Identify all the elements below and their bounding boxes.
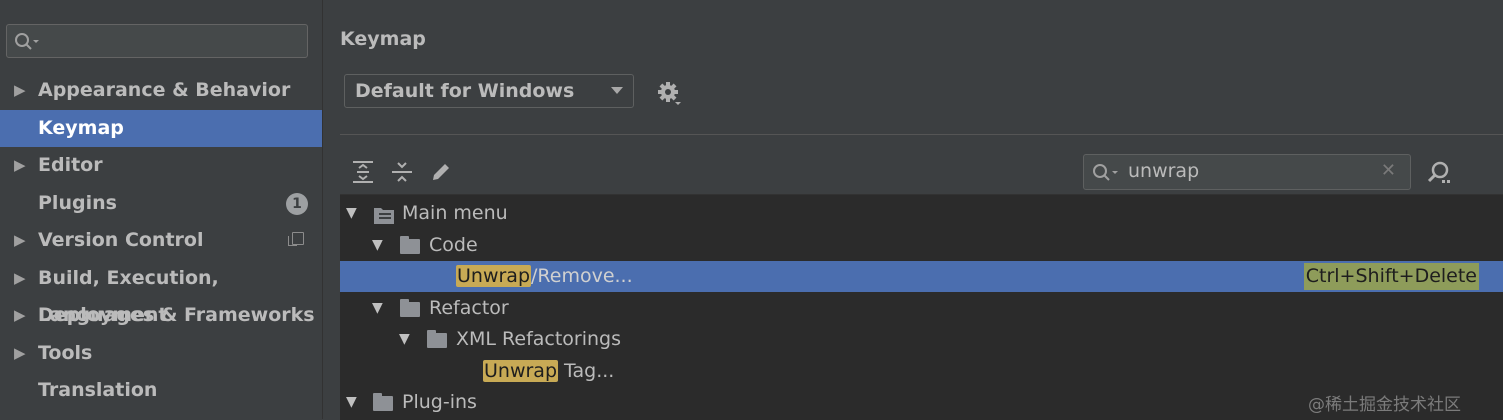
- page-title: Keymap: [340, 28, 426, 50]
- panel-divider[interactable]: [322, 0, 323, 419]
- search-query: unwrap: [1128, 160, 1200, 182]
- expanded-arrow-icon: ▼: [346, 394, 357, 410]
- tree-node-xml-refactorings[interactable]: ▼ XML Refactorings: [340, 324, 1503, 355]
- folder-icon: [373, 393, 393, 411]
- expand-arrow-icon: ▶: [14, 344, 26, 362]
- tree-node-main-menu[interactable]: ▼ Main menu: [340, 198, 1503, 229]
- sidebar-item-editor[interactable]: ▶ Editor: [0, 147, 322, 184]
- separator: [340, 134, 1503, 135]
- keymap-select[interactable]: Default for Windows: [344, 74, 634, 108]
- sidebar-item-languages[interactable]: ▶ Languages & Frameworks: [0, 297, 322, 334]
- expand-arrow-icon: ▶: [14, 269, 26, 287]
- expand-arrow-icon: ▶: [14, 306, 26, 324]
- sidebar-item-label: Translation: [38, 379, 158, 401]
- sidebar-item-label: Plugins: [38, 192, 117, 214]
- tree-node-label-rest: /Remove...: [531, 265, 633, 287]
- sidebar-item-build[interactable]: ▶ Build, Execution, Deployment: [0, 260, 322, 326]
- edit-icon[interactable]: [428, 159, 454, 185]
- tree-node-label: Refactor: [429, 297, 509, 319]
- search-icon: [1093, 164, 1118, 181]
- tree-node-label-rest: Tag...: [558, 360, 615, 382]
- project-level-icon: [288, 232, 304, 246]
- menu-folder-icon: [374, 208, 394, 224]
- search-match: Unwrap: [483, 360, 559, 382]
- plugins-update-badge: 1: [286, 193, 308, 215]
- sidebar-item-label: Languages & Frameworks: [38, 304, 315, 326]
- sidebar-item-label: Appearance & Behavior: [38, 79, 291, 101]
- folder-icon: [400, 236, 420, 254]
- settings-sidebar: ▶ Appearance & Behavior Keymap ▶ Editor …: [0, 0, 322, 419]
- chevron-down-icon: [611, 87, 623, 94]
- expanded-arrow-icon: ▼: [372, 237, 383, 253]
- tree-node-unwrap-remove[interactable]: Unwrap/Remove... Ctrl+Shift+Delete: [340, 261, 1503, 292]
- expand-arrow-icon: ▶: [14, 231, 26, 249]
- shortcut-badge: Ctrl+Shift+Delete: [1303, 263, 1479, 290]
- search-icon: [15, 33, 39, 50]
- tree-node-refactor[interactable]: ▼ Refactor: [340, 293, 1503, 324]
- sidebar-item-label: Version Control: [38, 229, 204, 251]
- sidebar-item-tools[interactable]: ▶ Tools: [0, 335, 322, 372]
- keymap-select-value: Default for Windows: [355, 80, 575, 102]
- clear-icon[interactable]: ✕: [1381, 160, 1396, 181]
- tree-node-label: Plug-ins: [402, 391, 477, 413]
- expand-all-icon[interactable]: [350, 159, 376, 185]
- tree-node-label: Unwrap Tag...: [483, 356, 614, 387]
- folder-icon: [427, 330, 447, 348]
- expand-arrow-icon: ▶: [14, 156, 26, 174]
- sidebar-item-plugins[interactable]: Plugins 1: [0, 185, 322, 222]
- expand-arrow-icon: ▶: [14, 81, 26, 99]
- folder-icon: [400, 299, 420, 317]
- sidebar-item-label: Editor: [38, 154, 103, 176]
- sidebar-item-translation[interactable]: Translation: [0, 372, 322, 409]
- sidebar-item-appearance[interactable]: ▶ Appearance & Behavior: [0, 72, 322, 109]
- collapse-all-icon[interactable]: [389, 159, 415, 185]
- tree-node-label: Unwrap/Remove...: [456, 261, 633, 292]
- settings-search-input[interactable]: [6, 24, 308, 58]
- find-by-shortcut-icon[interactable]: [1424, 158, 1454, 188]
- tree-node-label: Main menu: [402, 202, 508, 224]
- tree-node-code[interactable]: ▼ Code: [340, 230, 1503, 261]
- gear-icon[interactable]: [656, 80, 684, 108]
- sidebar-item-version-control[interactable]: ▶ Version Control: [0, 222, 322, 259]
- expanded-arrow-icon: ▼: [399, 331, 410, 347]
- tree-node-label: XML Refactorings: [456, 328, 622, 350]
- search-match: Unwrap: [456, 265, 532, 287]
- sidebar-item-label: Tools: [38, 342, 93, 364]
- sidebar-item-keymap[interactable]: Keymap: [0, 110, 322, 147]
- keymap-tree: ▼ Main menu ▼ Code Unwrap/Remove... Ctrl…: [340, 194, 1503, 420]
- watermark: @稀土掘金技术社区: [1308, 395, 1461, 415]
- keymap-search-input[interactable]: unwrap ✕: [1083, 154, 1411, 190]
- expanded-arrow-icon: ▼: [346, 205, 357, 221]
- sidebar-item-label: Keymap: [38, 117, 124, 139]
- tree-node-unwrap-tag[interactable]: Unwrap Tag...: [340, 356, 1503, 387]
- expanded-arrow-icon: ▼: [372, 300, 383, 316]
- tree-node-label: Code: [429, 234, 478, 256]
